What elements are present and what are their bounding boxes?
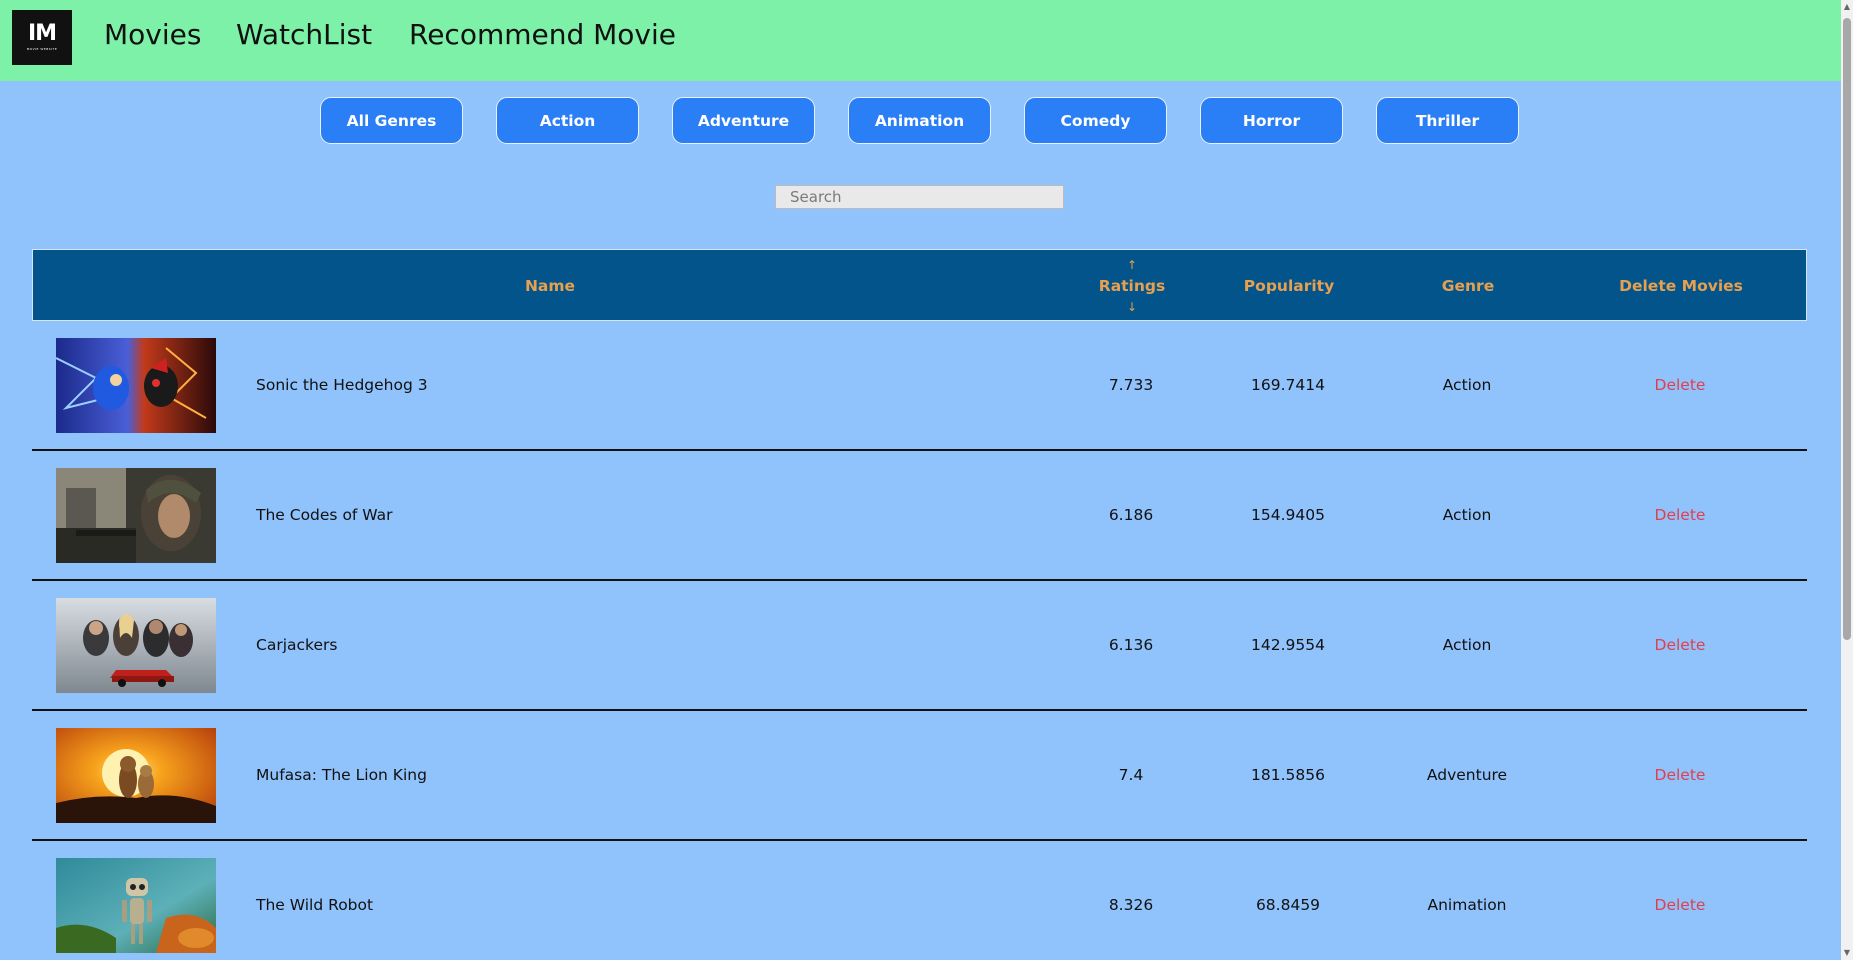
movie-genre: Adventure: [1426, 766, 1508, 784]
scroll-up-arrow-icon[interactable]: ▲: [1841, 0, 1853, 14]
genre-button-horror[interactable]: Horror: [1200, 97, 1343, 144]
genre-button-action[interactable]: Action: [496, 97, 639, 144]
movie-rating: 7.4: [1118, 766, 1144, 784]
movie-name: The Wild Robot: [256, 896, 374, 914]
table-row: The Wild Robot 8.326 68.8459 Animation D…: [32, 841, 1807, 960]
delete-movie-link[interactable]: Delete: [1655, 321, 1706, 449]
ratings-label: Ratings: [1098, 277, 1166, 295]
movie-rating: 7.733: [1108, 376, 1154, 394]
movie-popularity: 154.9405: [1251, 506, 1325, 524]
genre-button-adventure[interactable]: Adventure: [672, 97, 815, 144]
table-row: The Codes of War 6.186 154.9405 Action D…: [32, 451, 1807, 581]
movie-popularity: 68.8459: [1255, 896, 1321, 914]
sort-descending-icon[interactable]: ↓: [1127, 301, 1137, 313]
delete-movie-link[interactable]: Delete: [1655, 841, 1706, 960]
delete-movie-link[interactable]: Delete: [1655, 451, 1706, 579]
movie-poster-image: [56, 338, 216, 433]
nav-link-recommend-movie[interactable]: Recommend Movie: [409, 18, 676, 51]
genre-button-comedy[interactable]: Comedy: [1024, 97, 1167, 144]
movie-poster-image: [56, 468, 216, 563]
column-header-name: Name: [524, 277, 576, 295]
movie-rating: 8.326: [1108, 896, 1154, 914]
table-row: Mufasa: The Lion King 7.4 181.5856 Adven…: [32, 711, 1807, 841]
movie-popularity: 169.7414: [1251, 376, 1325, 394]
movie-poster-image: [56, 858, 216, 953]
table-header: Name ↑ Ratings ↓ Popularity Genre Delete…: [32, 249, 1807, 321]
movie-popularity: 142.9554: [1251, 636, 1325, 654]
genre-button-animation[interactable]: Animation: [848, 97, 991, 144]
genre-button-thriller[interactable]: Thriller: [1376, 97, 1519, 144]
movie-name: Carjackers: [256, 636, 338, 654]
movie-name: The Codes of War: [256, 506, 393, 524]
nav-link-movies[interactable]: Movies: [104, 18, 201, 51]
genre-filter-bar: All Genres Action Adventure Animation Co…: [320, 97, 1552, 144]
movie-genre: Action: [1442, 506, 1492, 524]
page: IM MOVIE WEBSITE Movies WatchList Recomm…: [0, 0, 1853, 960]
movie-popularity: 181.5856: [1251, 766, 1325, 784]
scroll-down-arrow-icon[interactable]: ▼: [1841, 946, 1853, 960]
nav-link-watchlist[interactable]: WatchList: [236, 18, 372, 51]
site-logo[interactable]: IM MOVIE WEBSITE: [12, 10, 72, 65]
column-header-ratings: ↑ Ratings ↓: [1099, 250, 1165, 322]
genre-button-all-genres[interactable]: All Genres: [320, 97, 463, 144]
movies-table: Name ↑ Ratings ↓ Popularity Genre Delete…: [32, 249, 1807, 960]
movie-poster-image: [56, 728, 216, 823]
logo-subtext: MOVIE WEBSITE: [26, 47, 58, 51]
movie-genre: Action: [1442, 636, 1492, 654]
movie-name: Sonic the Hedgehog 3: [256, 376, 428, 394]
sort-ascending-icon[interactable]: ↑: [1127, 259, 1137, 271]
logo-text: IM: [27, 21, 57, 46]
delete-movie-link[interactable]: Delete: [1655, 581, 1706, 709]
column-header-popularity: Popularity: [1243, 277, 1335, 295]
vertical-scrollbar[interactable]: ▲ ▼: [1841, 0, 1853, 960]
column-header-delete-movies: Delete Movies: [1619, 277, 1743, 295]
search-input[interactable]: [775, 185, 1064, 209]
movie-rating: 6.186: [1108, 506, 1154, 524]
delete-movie-link[interactable]: Delete: [1655, 711, 1706, 839]
movie-genre: Animation: [1427, 896, 1507, 914]
table-row: Carjackers 6.136 142.9554 Action Delete: [32, 581, 1807, 711]
movie-genre: Action: [1442, 376, 1492, 394]
column-header-genre: Genre: [1441, 277, 1495, 295]
table-row: Sonic the Hedgehog 3 7.733 169.7414 Acti…: [32, 321, 1807, 451]
scrollbar-thumb[interactable]: [1843, 18, 1851, 640]
movie-rating: 6.136: [1108, 636, 1154, 654]
movie-poster-image: [56, 598, 216, 693]
navbar: IM MOVIE WEBSITE Movies WatchList Recomm…: [0, 0, 1841, 81]
movie-name: Mufasa: The Lion King: [256, 766, 427, 784]
